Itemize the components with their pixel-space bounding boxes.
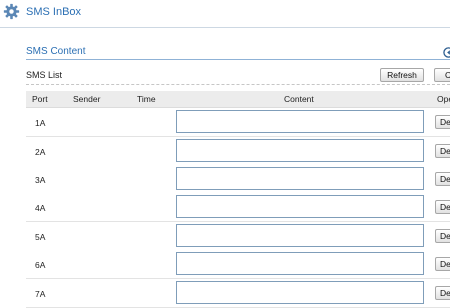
sms-list-label: SMS List [26,70,63,80]
delete-button[interactable]: De [435,200,450,214]
delete-button[interactable]: De [435,229,450,243]
table-row: 6A De [26,250,450,279]
column-header-operation: Ope [437,94,450,104]
table-row: 4A De [26,193,450,222]
table-row: 1A De [26,108,450,137]
column-header-sender: Sender [73,94,101,104]
delete-button[interactable]: De [435,115,450,129]
section-divider [26,59,450,60]
port-cell: 6A [35,260,46,270]
content-field[interactable] [176,167,424,190]
port-cell: 3A [35,175,46,185]
delete-button[interactable]: De [435,286,450,300]
table-row: 2A De [26,137,450,166]
table-header: Port Sender Time Content Ope [26,91,450,108]
toolbar-button[interactable]: C [434,68,450,82]
port-cell: 4A [35,203,46,213]
delete-button[interactable]: De [435,172,450,186]
table-row: 7A De [26,279,450,308]
port-cell: 2A [35,147,46,157]
content-field[interactable] [176,195,424,218]
port-cell: 5A [35,232,46,242]
column-header-time: Time [137,94,156,104]
collapse-icon[interactable] [443,47,450,58]
content-field[interactable] [176,110,424,133]
section-title: SMS Content [26,46,86,57]
content-field[interactable] [176,139,424,162]
content-field[interactable] [176,281,424,304]
port-cell: 1A [35,118,46,128]
delete-button[interactable]: De [435,257,450,271]
page-title: SMS InBox [26,6,82,18]
refresh-button[interactable]: Refresh [380,68,424,82]
delete-button[interactable]: De [435,144,450,158]
gear-icon [3,3,20,20]
column-header-content: Content [284,94,314,104]
list-divider [26,84,450,85]
table-row: 5A De [26,222,450,251]
page-header: SMS InBox [0,0,450,28]
content-field[interactable] [176,252,424,275]
table-row: 3A De [26,165,450,194]
column-header-port: Port [32,94,48,104]
content-field[interactable] [176,224,424,247]
